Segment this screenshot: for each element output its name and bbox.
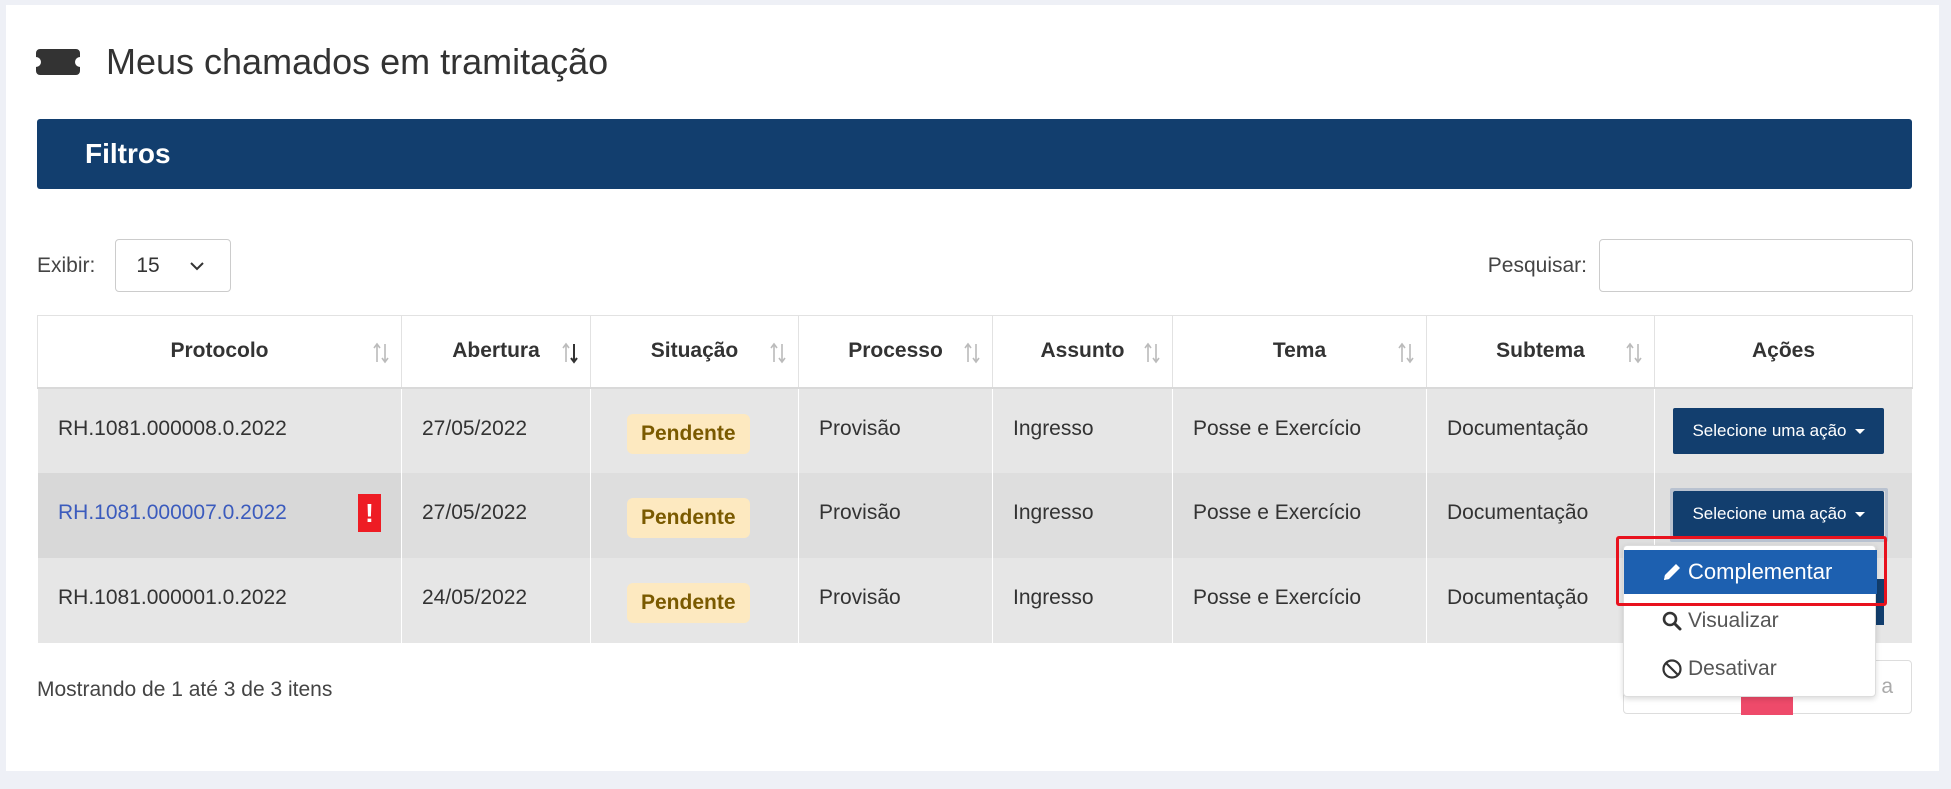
column-header-abertura[interactable]: Abertura <box>401 315 591 389</box>
highlight-annotation <box>1616 536 1887 606</box>
cell-processo: Provisão <box>798 387 993 473</box>
cell-subtema: Documentação <box>1426 387 1655 473</box>
menu-item-desativar[interactable]: Desativar <box>1624 647 1877 691</box>
column-header-protocolo[interactable]: Protocolo <box>37 315 402 389</box>
table-header-row: Protocolo Abertura Situação Processo Ass… <box>37 315 1913 389</box>
caret-down-icon <box>1854 511 1865 517</box>
cell-processo: Provisão <box>798 557 993 643</box>
caret-down-icon <box>1854 428 1865 434</box>
page-length-value: 15 <box>136 253 160 277</box>
protocol-link[interactable]: RH.1081.000007.0.2022 <box>58 501 287 524</box>
sort-icon <box>1144 342 1160 364</box>
cell-tema: Posse e Exercício <box>1172 557 1427 643</box>
page-header: Meus chamados em tramitação <box>36 40 608 84</box>
ban-icon <box>1662 659 1682 679</box>
sort-icon <box>373 342 389 364</box>
page-length-select[interactable]: 15 <box>115 239 232 292</box>
cell-assunto: Ingresso <box>992 472 1173 558</box>
action-select-button[interactable]: Selecione uma ação <box>1673 408 1884 454</box>
cell-assunto: Ingresso <box>992 557 1173 643</box>
cell-abertura: 24/05/2022 <box>401 557 591 643</box>
cell-situacao: Pendente <box>590 557 799 643</box>
menu-item-label: Visualizar <box>1688 609 1779 632</box>
sort-icon <box>770 342 786 364</box>
search-control: Pesquisar: <box>1488 239 1913 292</box>
pagination-active-page[interactable] <box>1741 697 1793 715</box>
show-label: Exibir: <box>37 253 96 277</box>
action-select-label: Selecione uma ação <box>1692 504 1847 523</box>
cell-assunto: Ingresso <box>992 387 1173 473</box>
cell-tema: Posse e Exercício <box>1172 472 1427 558</box>
column-header-processo[interactable]: Processo <box>798 315 993 389</box>
sort-icon <box>964 342 980 364</box>
status-badge: Pendente <box>627 413 750 454</box>
action-select-label: Selecione uma ação <box>1692 421 1847 440</box>
status-badge: Pendente <box>627 497 750 538</box>
cell-situacao: Pendente <box>590 472 799 558</box>
alert-icon: ! <box>358 494 381 532</box>
search-input[interactable] <box>1599 239 1913 292</box>
table-info: Mostrando de 1 até 3 de 3 itens <box>37 678 333 701</box>
search-icon <box>1662 611 1682 631</box>
cell-protocolo: RH.1081.000007.0.2022 <box>37 472 402 558</box>
cell-processo: Provisão <box>798 472 993 558</box>
page-length-control: Exibir: 15 <box>37 239 232 292</box>
cell-tema: Posse e Exercício <box>1172 387 1427 473</box>
ticket-icon <box>36 49 80 75</box>
action-select-button[interactable]: Selecione uma ação <box>1673 491 1884 537</box>
column-header-assunto[interactable]: Assunto <box>992 315 1173 389</box>
cell-abertura: 27/05/2022 <box>401 387 591 473</box>
column-header-acoes: Ações <box>1654 315 1913 389</box>
status-badge: Pendente <box>627 582 750 623</box>
search-label: Pesquisar: <box>1487 253 1587 277</box>
cell-situacao: Pendente <box>590 387 799 473</box>
page-title: Meus chamados em tramitação <box>106 41 609 82</box>
chevron-down-icon <box>190 261 204 270</box>
sort-icon <box>1398 342 1414 364</box>
sort-desc-icon <box>562 342 578 364</box>
menu-item-label: Desativar <box>1688 657 1777 680</box>
cell-abertura: 27/05/2022 <box>401 472 591 558</box>
column-header-situacao[interactable]: Situação <box>590 315 799 389</box>
table-row: RH.1081.000008.0.2022 27/05/2022 Pendent… <box>37 387 1913 473</box>
column-header-subtema[interactable]: Subtema <box>1426 315 1655 389</box>
pagination-next[interactable]: a <box>1881 675 1893 699</box>
sort-icon <box>1626 342 1642 364</box>
column-header-tema[interactable]: Tema <box>1172 315 1427 389</box>
filters-label: Filtros <box>85 138 171 169</box>
cell-protocolo: RH.1081.000008.0.2022 <box>37 387 402 473</box>
cell-protocolo: RH.1081.000001.0.2022 <box>37 557 402 643</box>
filters-toggle[interactable]: Filtros <box>37 119 1912 189</box>
